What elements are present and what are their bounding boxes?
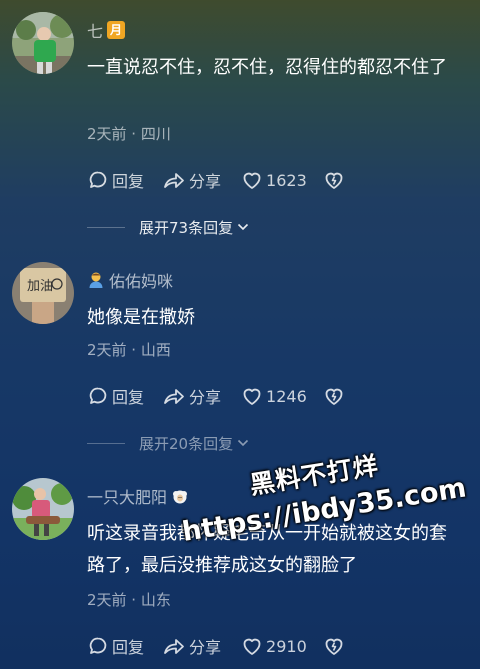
comment-actions: 回复 分享 1246 — [87, 382, 345, 410]
comment-meta: 2天前 · 四川 — [87, 125, 171, 143]
comment-username[interactable]: 一只大肥阳 — [87, 484, 189, 508]
heart-icon — [243, 388, 261, 405]
share-label: 分享 — [189, 388, 222, 407]
like-count: 1246 — [266, 386, 307, 406]
reply-button[interactable]: 回复 — [87, 634, 144, 658]
month-badge: 月 — [107, 21, 126, 39]
reply-bubble-icon — [89, 387, 107, 404]
chevron-down-icon — [238, 439, 249, 447]
username-text[interactable]: 佑佑妈咪 — [109, 268, 173, 292]
reply-button[interactable]: 回复 — [87, 168, 144, 192]
expand-replies[interactable]: 展开73条回复 — [0, 215, 480, 239]
comment-text: 她像是在撒娇 — [87, 307, 195, 328]
heart-icon — [243, 638, 261, 655]
expand-replies-label: 展开20条回复 — [139, 434, 234, 453]
chevron-down-icon — [238, 223, 249, 231]
avatar[interactable] — [12, 12, 74, 74]
divider-line — [87, 442, 125, 444]
share-label: 分享 — [189, 638, 222, 657]
share-arrow-icon — [164, 173, 184, 188]
share-arrow-icon — [164, 639, 184, 654]
dislike-button[interactable] — [323, 635, 345, 657]
avatar-sign-text: 加油 — [27, 279, 53, 294]
broken-heart-icon — [325, 638, 343, 655]
sheep-emoji-icon — [173, 490, 188, 504]
comment-username[interactable]: 佑佑妈咪 — [87, 268, 173, 292]
share-button[interactable]: 分享 — [162, 168, 221, 192]
comment-text: 听这录音我都怀疑毛奇从一开始就被这女的套路了，最后没推荐成这女的翻脸了 — [87, 523, 447, 576]
comment-actions: 回复 分享 1623 — [87, 166, 345, 194]
reply-label: 回复 — [112, 388, 145, 407]
comment-meta: 2天前 · 山西 — [87, 341, 171, 359]
username-text[interactable]: 一只大肥阳 — [87, 484, 167, 508]
share-label: 分享 — [189, 172, 222, 191]
share-button[interactable]: 分享 — [162, 634, 221, 658]
dislike-button[interactable] — [323, 169, 345, 191]
username-text[interactable]: 七 — [87, 18, 103, 42]
comment-text: 一直说忍不住，忍不住，忍得住的都忍不住了 — [87, 57, 447, 78]
share-arrow-icon — [164, 389, 184, 404]
comment-meta: 2天前 · 山东 — [87, 591, 171, 609]
share-button[interactable]: 分享 — [162, 384, 221, 408]
like-count: 1623 — [266, 170, 307, 190]
dislike-button[interactable] — [323, 385, 345, 407]
divider-line — [87, 226, 125, 228]
expand-replies-button[interactable]: 展开20条回复 — [139, 433, 249, 454]
reply-button[interactable]: 回复 — [87, 384, 144, 408]
avatar[interactable]: 加油 — [12, 262, 74, 324]
person-emoji-icon — [89, 272, 103, 288]
expand-replies[interactable]: 展开20条回复 — [0, 431, 480, 455]
reply-bubble-icon — [89, 171, 107, 188]
reply-bubble-icon — [89, 637, 107, 654]
expand-replies-label: 展开73条回复 — [139, 218, 234, 237]
like-button[interactable]: 2910 — [241, 635, 307, 657]
avatar[interactable] — [12, 478, 74, 540]
comment-username[interactable]: 七 月 — [87, 18, 126, 42]
comment-actions: 回复 分享 2910 — [87, 632, 345, 660]
broken-heart-icon — [325, 388, 343, 405]
reply-label: 回复 — [112, 172, 145, 191]
heart-icon — [243, 172, 261, 189]
reply-label: 回复 — [112, 638, 145, 657]
expand-replies-button[interactable]: 展开73条回复 — [139, 217, 249, 238]
like-button[interactable]: 1246 — [241, 385, 307, 407]
like-count: 2910 — [266, 636, 307, 656]
broken-heart-icon — [325, 172, 343, 189]
like-button[interactable]: 1623 — [241, 169, 307, 191]
